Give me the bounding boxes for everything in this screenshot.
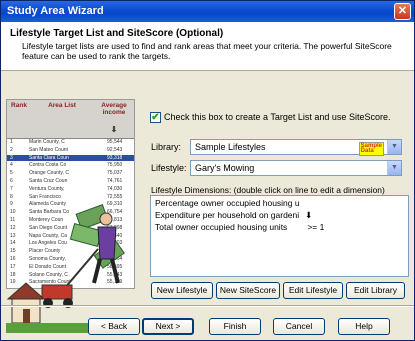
finish-button[interactable]: Finish [209, 318, 261, 335]
close-button[interactable]: ✕ [394, 3, 411, 20]
checkmark-icon: ✔ [151, 112, 160, 123]
footer-divider [1, 305, 414, 307]
wizard-window: Study Area Wizard ✕ Lifestyle Target Lis… [0, 0, 415, 341]
library-dropdown-arrow-icon[interactable]: ▼ [387, 140, 401, 154]
dimension-row[interactable]: Expenditure per household on gardeni ⬇ [155, 210, 312, 221]
money-icon [69, 204, 125, 269]
wizard-illustration: Rank Area List Average income ⬇ 1 Marin C… [6, 99, 135, 334]
help-button[interactable]: Help [338, 318, 390, 335]
lifestyle-value: Gary's Mowing [195, 163, 255, 173]
lifestyle-dropdown-arrow-icon[interactable]: ▼ [387, 161, 401, 175]
edit-lifestyle-button[interactable]: Edit Lifestyle [283, 282, 343, 299]
dimension-row[interactable]: Total owner occupied housing units >= 1 [155, 222, 324, 232]
sample-data-badge: Sample Data [358, 142, 384, 156]
library-value: Sample Lifestyles [195, 142, 266, 152]
lawnmower-icon [41, 248, 99, 308]
title-bar[interactable]: Study Area Wizard ✕ [1, 1, 414, 22]
page-description: Lifestyle target lists are used to find … [22, 41, 392, 61]
lifestyle-label: Lifestyle: [151, 163, 187, 173]
next-button[interactable]: Next > [142, 318, 194, 335]
cancel-button[interactable]: Cancel [273, 318, 325, 335]
lifestyle-dropdown[interactable]: Gary's Mowing ▼ [190, 160, 402, 176]
wizard-header: Lifestyle Target List and SiteScore (Opt… [1, 22, 414, 71]
new-sitescore-button[interactable]: New SiteScore [216, 282, 280, 299]
dimension-row[interactable]: Percentage owner occupied housing u [155, 198, 300, 208]
dimensions-list[interactable]: Percentage owner occupied housing u Expe… [150, 195, 409, 277]
sort-descending-icon: ⬇ [305, 210, 313, 220]
dimensions-label: Lifestyle Dimensions: (double click on l… [151, 185, 385, 195]
library-label: Library: [151, 142, 182, 152]
mowing-clipart [6, 204, 135, 333]
library-dropdown[interactable]: Sample Lifestyles Sample Data ▼ [190, 139, 402, 156]
back-button[interactable]: < Back [88, 318, 140, 335]
close-icon: ✕ [397, 5, 408, 17]
dimension-condition: >= 1 [307, 222, 325, 232]
edit-library-button[interactable]: Edit Library [346, 282, 405, 299]
target-list-checkbox[interactable]: ✔ [150, 112, 161, 123]
window-title: Study Area Wizard [7, 5, 104, 17]
target-list-checkbox-label[interactable]: Check this box to create a Target List a… [164, 112, 390, 122]
page-title: Lifestyle Target List and SiteScore (Opt… [10, 28, 224, 39]
target-list-option[interactable]: ✔ Check this box to create a Target List… [150, 112, 410, 124]
new-lifestyle-button[interactable]: New Lifestyle [151, 282, 213, 299]
